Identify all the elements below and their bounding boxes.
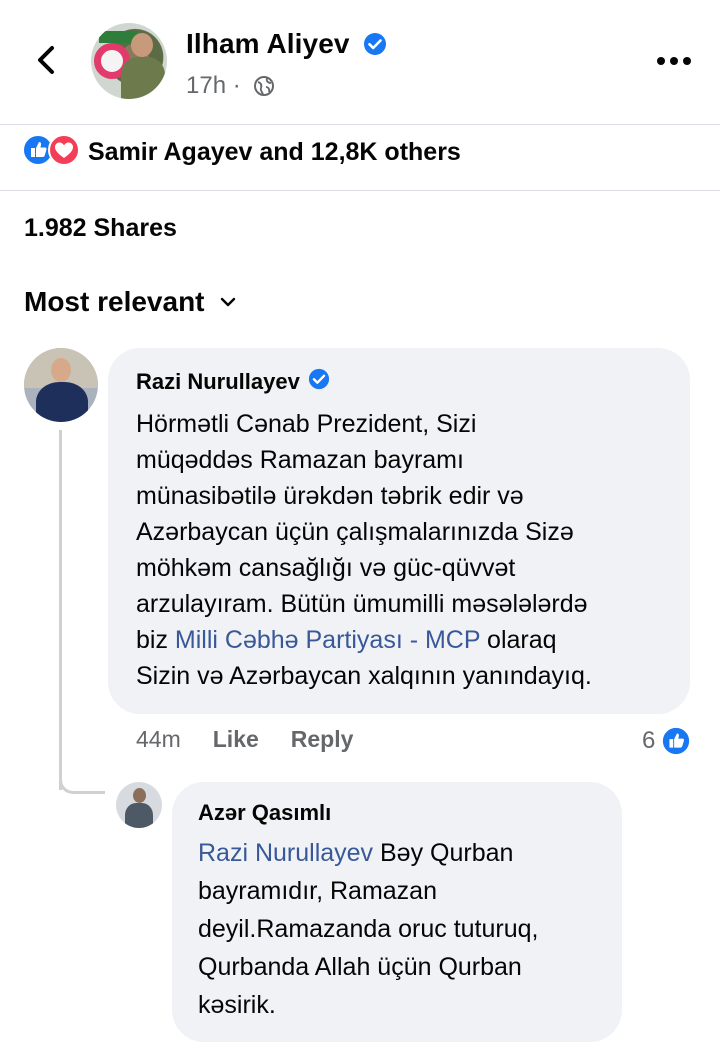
author-name-row[interactable]: Ilham Aliyev — [186, 28, 387, 63]
comment-author-row[interactable]: Razi Nurullayev — [136, 368, 664, 396]
shares-count[interactable]: 1.982 Shares — [24, 214, 177, 243]
reply-author-row[interactable]: Azər Qasımlı — [198, 800, 600, 826]
comment-like-count: 6 — [642, 727, 656, 754]
comment-text: Hörmətli Cənab Prezident, Sizi müqəddəs … — [136, 406, 664, 694]
verified-badge-icon — [308, 368, 330, 396]
comments-sort-dropdown[interactable]: Most relevant — [24, 286, 237, 318]
reply-author[interactable]: Azər Qasımlı — [198, 800, 331, 826]
divider — [0, 190, 720, 191]
page-mention-link[interactable]: Milli Cəbhə Partiyası - MCP — [175, 626, 480, 654]
comment-line: möhkəm cansağlığı və güc-qüvvət — [136, 554, 516, 582]
love-reaction-icon — [48, 133, 80, 171]
comment-line: arzulayıram. Bütün ümumilli məsələlərdə — [136, 590, 588, 618]
reply-text: Razi Nurullayev Bəy Qurban bayramıdır, R… — [198, 834, 600, 1024]
thread-line — [59, 430, 62, 790]
more-horizontal-icon[interactable] — [656, 53, 692, 65]
post-header: Ilham Aliyev 17h · — [0, 0, 720, 124]
comment-line-pre: biz — [136, 626, 175, 654]
reply-button[interactable]: Reply — [291, 726, 354, 753]
post-meta: 17h · — [186, 72, 275, 104]
comment-time: 44m — [136, 726, 181, 752]
like-button[interactable]: Like — [213, 726, 259, 753]
comment-bubble: Razi Nurullayev Hörmətli Cənab Prezident… — [108, 348, 690, 714]
comment-line: Sizin və Azərbaycan xalqının yanındayıq. — [136, 662, 592, 690]
reply-bubble: Azər Qasımlı Razi Nurullayev Bəy Qurban … — [172, 782, 622, 1042]
comment-reactions[interactable]: 6 — [642, 726, 692, 756]
chevron-left-icon[interactable] — [30, 40, 60, 80]
sort-label: Most relevant — [24, 286, 205, 317]
comment-line: Hörmətli Cənab Prezident, Sizi — [136, 410, 477, 438]
post-time[interactable]: 17h — [186, 72, 226, 99]
author-name[interactable]: Ilham Aliyev — [186, 28, 350, 59]
comment-line: Azərbaycan üçün çalışmalarınızda Sizə — [136, 518, 574, 546]
verified-badge-icon — [363, 31, 387, 63]
like-reaction-icon — [661, 726, 692, 756]
user-mention-link[interactable]: Razi Nurullayev — [198, 839, 373, 867]
comment-line: münasibətilə ürəkdən təbrik edir və — [136, 482, 524, 510]
author-avatar[interactable] — [91, 23, 167, 99]
meta-separator: · — [232, 72, 241, 99]
divider — [0, 124, 720, 125]
reply-avatar[interactable] — [116, 782, 162, 828]
commenter-avatar[interactable] — [24, 348, 98, 422]
reply-line-post: Bəy Qurban — [373, 839, 514, 867]
reply-line: Razi Nurullayev Bəy Qurban — [198, 834, 600, 872]
thread-line — [59, 778, 105, 794]
reply-line: kəsirik. — [198, 991, 276, 1019]
globe-icon — [253, 75, 275, 104]
comment-actions: 44m Like Reply — [136, 726, 385, 753]
reactions-label: Samir Agayev and 12,8K others — [88, 137, 461, 166]
reply-line: deyil.Ramazanda oruc tuturuq, — [198, 915, 539, 943]
comment-line-post: olaraq — [480, 626, 557, 654]
reply-line: bayramıdır, Ramazan — [198, 877, 437, 905]
comment-line: müqəddəs Ramazan bayramı — [136, 446, 464, 474]
comment-author[interactable]: Razi Nurullayev — [136, 369, 300, 395]
chevron-down-icon — [220, 297, 235, 307]
reply-line: Qurbanda Allah üçün Qurban — [198, 953, 522, 981]
comment-line: biz Milli Cəbhə Partiyası - MCP olaraq — [136, 622, 664, 658]
reactions-summary[interactable]: Samir Agayev and 12,8K others — [22, 133, 461, 171]
